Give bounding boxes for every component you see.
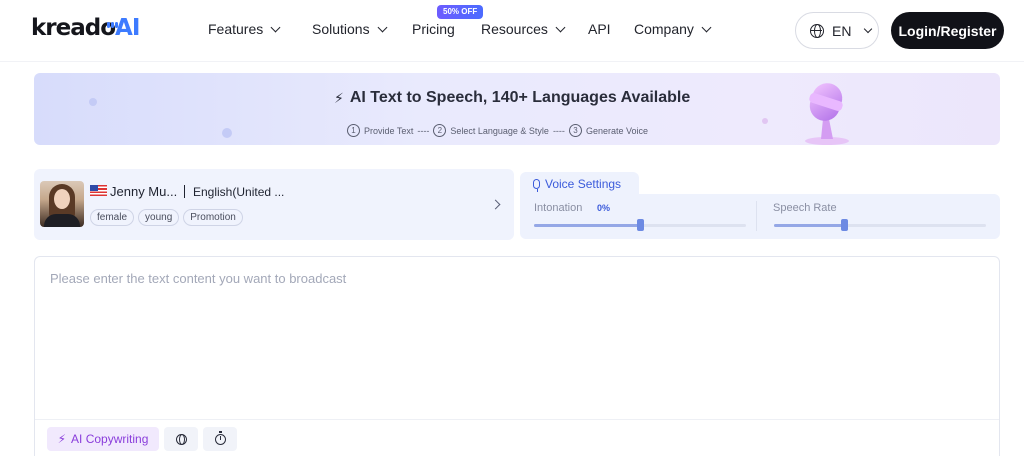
nav-api-label: API	[588, 21, 611, 37]
intonation-slider[interactable]	[534, 219, 746, 231]
us-flag-icon	[90, 185, 107, 196]
login-register-button[interactable]: Login/Register	[891, 12, 1004, 49]
intonation-label: Intonation	[534, 202, 583, 214]
nav-resources-label: Resources	[481, 21, 548, 37]
nav-pricing-label: Pricing	[412, 21, 455, 37]
tab-voice-settings-label: Voice Settings	[545, 177, 622, 191]
logo-text: kreado	[31, 15, 116, 41]
steps-indicator: 1 Provide Text ---- 2 Select Language & …	[347, 124, 648, 137]
language-selector[interactable]: EN	[795, 12, 879, 49]
speech-rate-slider[interactable]	[774, 219, 986, 231]
step-label: Generate Voice	[585, 125, 648, 136]
voice-language: English(United ...	[193, 185, 285, 199]
divider	[756, 201, 757, 231]
chevron-right-icon[interactable]	[490, 199, 501, 210]
globe-icon	[175, 433, 187, 445]
nav-features[interactable]: Features	[208, 21, 281, 37]
chevron-down-icon	[377, 22, 388, 33]
voice-tag: female	[90, 209, 135, 226]
nav-company-label: Company	[634, 21, 694, 37]
language-label: EN	[832, 22, 852, 39]
ai-copywriting-label: AI Copywriting	[71, 432, 149, 446]
voice-name: Jenny Mu...	[110, 184, 178, 199]
step-label: Provide Text	[364, 125, 414, 136]
discount-badge: 50% OFF	[437, 5, 484, 19]
step-number: 2	[433, 124, 447, 137]
logo-sound-icon	[107, 15, 119, 33]
tab-voice-settings[interactable]: Voice Settings	[520, 172, 639, 196]
decor-dot	[222, 128, 232, 138]
speech-rate-fill	[774, 224, 844, 227]
pause-timer-button[interactable]	[203, 427, 237, 451]
globe-icon	[810, 23, 824, 38]
intonation-fill	[534, 224, 640, 227]
nav-api[interactable]: API	[588, 21, 611, 37]
banner-title-text: AI Text to Speech, 140+ Languages Availa…	[349, 89, 691, 106]
nav-company[interactable]: Company	[634, 21, 712, 37]
kreado-logo[interactable]: kreado AI	[31, 13, 140, 43]
chevron-down-icon	[701, 22, 712, 33]
chevron-down-icon	[270, 22, 281, 33]
intonation-value: 0%	[597, 203, 611, 213]
nav-solutions-label: Solutions	[312, 21, 370, 37]
speech-rate-slider-thumb[interactable]	[840, 219, 848, 231]
chevron-down-icon	[864, 24, 873, 34]
step-label: Select Language & Style	[450, 125, 549, 136]
microphone-icon	[533, 179, 540, 192]
nav-features-label: Features	[208, 21, 264, 37]
divider	[35, 419, 999, 420]
stopwatch-icon	[214, 430, 226, 445]
broadcast-text-input[interactable]	[50, 271, 980, 411]
decor-dot	[762, 118, 768, 124]
magic-wand-icon: ⚡	[57, 432, 67, 446]
nav-resources[interactable]: Resources	[481, 21, 566, 37]
nav-pricing[interactable]: Pricing	[412, 21, 455, 37]
chevron-down-icon	[555, 22, 566, 33]
divider	[184, 185, 185, 198]
top-navbar: kreado AI Features Solutions 50% OFF Pric…	[0, 0, 1024, 62]
text-editor-card: ⚡ AI Copywriting	[34, 256, 1000, 456]
voice-tag: young	[138, 209, 180, 226]
banner-title: ⚡ AI Text to Speech, 140+ Languages Avai…	[334, 89, 690, 107]
step-number: 1	[347, 124, 360, 137]
voice-tags: female young Promotion	[90, 209, 243, 226]
magic-wand-icon: ⚡	[334, 89, 344, 106]
ai-copywriting-button[interactable]: ⚡ AI Copywriting	[47, 427, 159, 451]
step-separator: ----	[552, 125, 565, 136]
voice-tag: Promotion	[183, 209, 243, 226]
decor-dot	[89, 98, 97, 106]
intonation-slider-thumb[interactable]	[637, 219, 644, 231]
microphone-illustration	[805, 83, 849, 145]
hero-banner: ⚡ AI Text to Speech, 140+ Languages Avai…	[34, 73, 1000, 145]
avatar	[40, 181, 84, 227]
voice-selector-card[interactable]: Jenny Mu... English(United ... female yo…	[34, 169, 514, 240]
language-tool-button[interactable]	[164, 427, 198, 451]
step-number: 3	[568, 124, 582, 137]
speech-rate-label: Speech Rate	[773, 202, 837, 214]
nav-solutions[interactable]: Solutions	[312, 21, 388, 37]
step-separator: ----	[417, 125, 430, 136]
voice-settings-panel: Intonation 0% Speech Rate	[520, 194, 1000, 239]
